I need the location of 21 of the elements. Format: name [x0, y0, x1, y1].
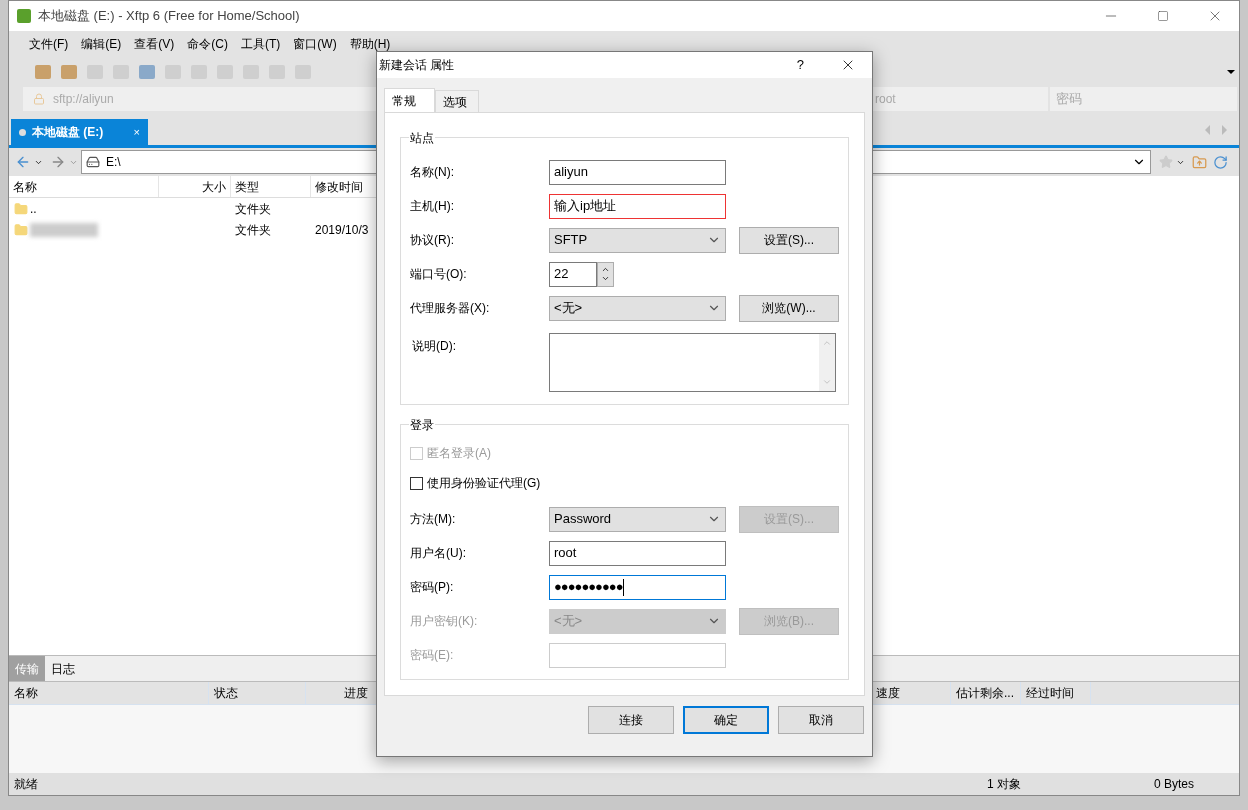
field-label: 名称(N): — [410, 164, 455, 181]
field-label: 用户密钥(K): — [410, 613, 479, 630]
field-label: 说明(D): — [411, 338, 457, 355]
dialog-title: 新建会话 属性 — [379, 57, 456, 74]
field-label: 密码(E): — [410, 647, 455, 664]
file-type: 文件夹 — [235, 201, 271, 216]
status-text: 1 对象 — [986, 776, 1021, 793]
status-text: 0 Bytes — [1153, 776, 1194, 793]
field-label: 代理服务器(X): — [410, 300, 491, 317]
field-label: 协议(R): — [410, 232, 455, 249]
field-label: 方法(M): — [410, 511, 457, 528]
window-title: 本地磁盘 (E:) - Xftp 6 (Free for Home/School) — [38, 7, 300, 26]
group-title: 登录 — [409, 416, 435, 434]
file-date: 2019/10/3 — [315, 222, 369, 237]
field-label: 主机(H): — [410, 198, 455, 215]
field-label: 用户名(U): — [410, 545, 467, 562]
file-type: 文件夹 — [235, 222, 271, 237]
field-label: 端口号(O): — [410, 266, 468, 283]
group-title: 站点 — [409, 129, 435, 147]
status-text: 就绪 — [14, 776, 38, 793]
field-label: 密码(P): — [410, 579, 455, 596]
